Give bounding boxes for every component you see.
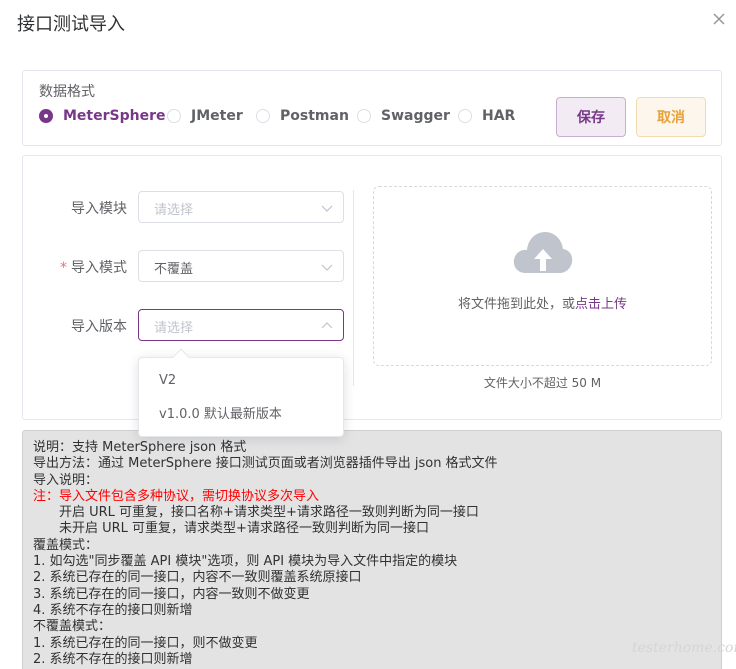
module-select[interactable]: 请选择 — [138, 191, 344, 223]
version-label: 导入版本 — [71, 319, 127, 335]
radio-dot — [167, 109, 181, 123]
vertical-divider — [353, 190, 354, 386]
radio-dot — [256, 109, 270, 123]
instruction-line: 导出方法：通过 MeterSphere 接口测试页面或者浏览器插件导出 json… — [33, 456, 498, 472]
cloud-upload-icon — [513, 232, 573, 273]
format-label: 数据格式 — [39, 84, 95, 100]
radio-jmeter[interactable]: JMeter — [167, 107, 243, 125]
instruction-line: 不覆盖模式： — [33, 619, 112, 635]
dialog-title: 接口测试导入 — [17, 14, 125, 35]
version-select[interactable]: 请选择 — [138, 309, 344, 341]
radio-dot — [39, 109, 53, 123]
instruction-warning: 注：导入文件包含多种协议，需切换协议多次导入 — [33, 488, 320, 504]
upload-text: 将文件拖到此处，或点击上传 — [374, 293, 711, 312]
watermark: testerhome.com — [632, 640, 736, 656]
chevron-down-icon — [321, 205, 333, 212]
version-dropdown: V2 v1.0.0 默认最新版本 — [138, 348, 344, 437]
chevron-up-icon — [321, 322, 333, 329]
version-option-v1[interactable]: v1.0.0 默认最新版本 — [139, 398, 343, 432]
instruction-line: 开启 URL 可重复，接口名称+请求类型+请求路径一致则判断为同一接口 — [59, 505, 479, 521]
instruction-line: 2. 系统已存在的同一接口，内容不一致则覆盖系统原接口 — [33, 570, 362, 586]
upload-link[interactable]: 点击上传 — [575, 297, 627, 312]
radio-label: MeterSphere — [63, 108, 166, 124]
instruction-line: 1. 如勾选"同步覆盖 API 模块"选项，则 API 模块为导入文件中指定的模… — [33, 554, 458, 570]
version-option-v2[interactable]: V2 — [139, 364, 343, 398]
upload-size-tip: 文件大小不超过 50 M — [483, 376, 602, 390]
instruction-line: 导入说明： — [33, 472, 99, 488]
radio-label: Swagger — [381, 108, 450, 124]
required-mark: * — [60, 260, 67, 276]
instruction-line: 4. 系统不存在的接口则新增 — [33, 602, 193, 618]
radio-label: JMeter — [191, 108, 243, 124]
mode-label-text: 导入模式 — [71, 260, 127, 276]
chevron-down-icon — [321, 264, 333, 271]
radio-metersphere[interactable]: MeterSphere — [39, 107, 165, 125]
instruction-line: 1. 系统已存在的同一接口，则不做变更 — [33, 635, 258, 651]
format-card: 数据格式 MeterSphere JMeter Postman Swagger … — [22, 70, 722, 146]
module-placeholder: 请选择 — [154, 203, 194, 218]
mode-row: * 导入模式 不覆盖 — [23, 250, 353, 282]
radio-har[interactable]: HAR — [458, 107, 515, 125]
import-form-card: 导入模块 请选择 * 导入模式 不覆盖 导入版本 请选择 将文件拖到此处，或点击… — [22, 155, 722, 420]
save-button[interactable]: 保存 — [556, 97, 626, 137]
instruction-line: 3. 系统已存在的同一接口，内容一致则不做变更 — [33, 586, 310, 602]
mode-value: 不覆盖 — [154, 262, 194, 277]
mode-select[interactable]: 不覆盖 — [138, 250, 344, 282]
instruction-line: 未开启 URL 可重复，请求类型+请求路径一致则判断为同一接口 — [59, 521, 429, 537]
radio-postman[interactable]: Postman — [256, 107, 349, 125]
radio-label: HAR — [482, 108, 516, 124]
module-label: 导入模块 — [71, 201, 127, 217]
radio-dot — [357, 109, 371, 123]
module-row: 导入模块 请选择 — [23, 191, 353, 223]
import-instructions: 说明：支持 MeterSphere json 格式 导出方法：通过 MeterS… — [22, 430, 722, 669]
instruction-line: 说明：支持 MeterSphere json 格式 — [33, 440, 247, 455]
version-placeholder: 请选择 — [154, 321, 194, 336]
radio-label: Postman — [280, 108, 349, 124]
close-icon[interactable] — [710, 10, 728, 28]
instruction-line: 覆盖模式： — [33, 537, 99, 553]
mode-label: * 导入模式 — [60, 257, 127, 277]
radio-swagger[interactable]: Swagger — [357, 107, 450, 125]
version-row: 导入版本 请选择 — [23, 309, 353, 341]
cancel-button[interactable]: 取消 — [636, 97, 706, 137]
upload-text-prefix: 将文件拖到此处，或 — [457, 297, 575, 312]
instruction-line: 2. 系统不存在的接口则新增 — [33, 651, 193, 667]
upload-dropzone[interactable]: 将文件拖到此处，或点击上传 — [373, 186, 712, 366]
radio-dot — [458, 109, 472, 123]
